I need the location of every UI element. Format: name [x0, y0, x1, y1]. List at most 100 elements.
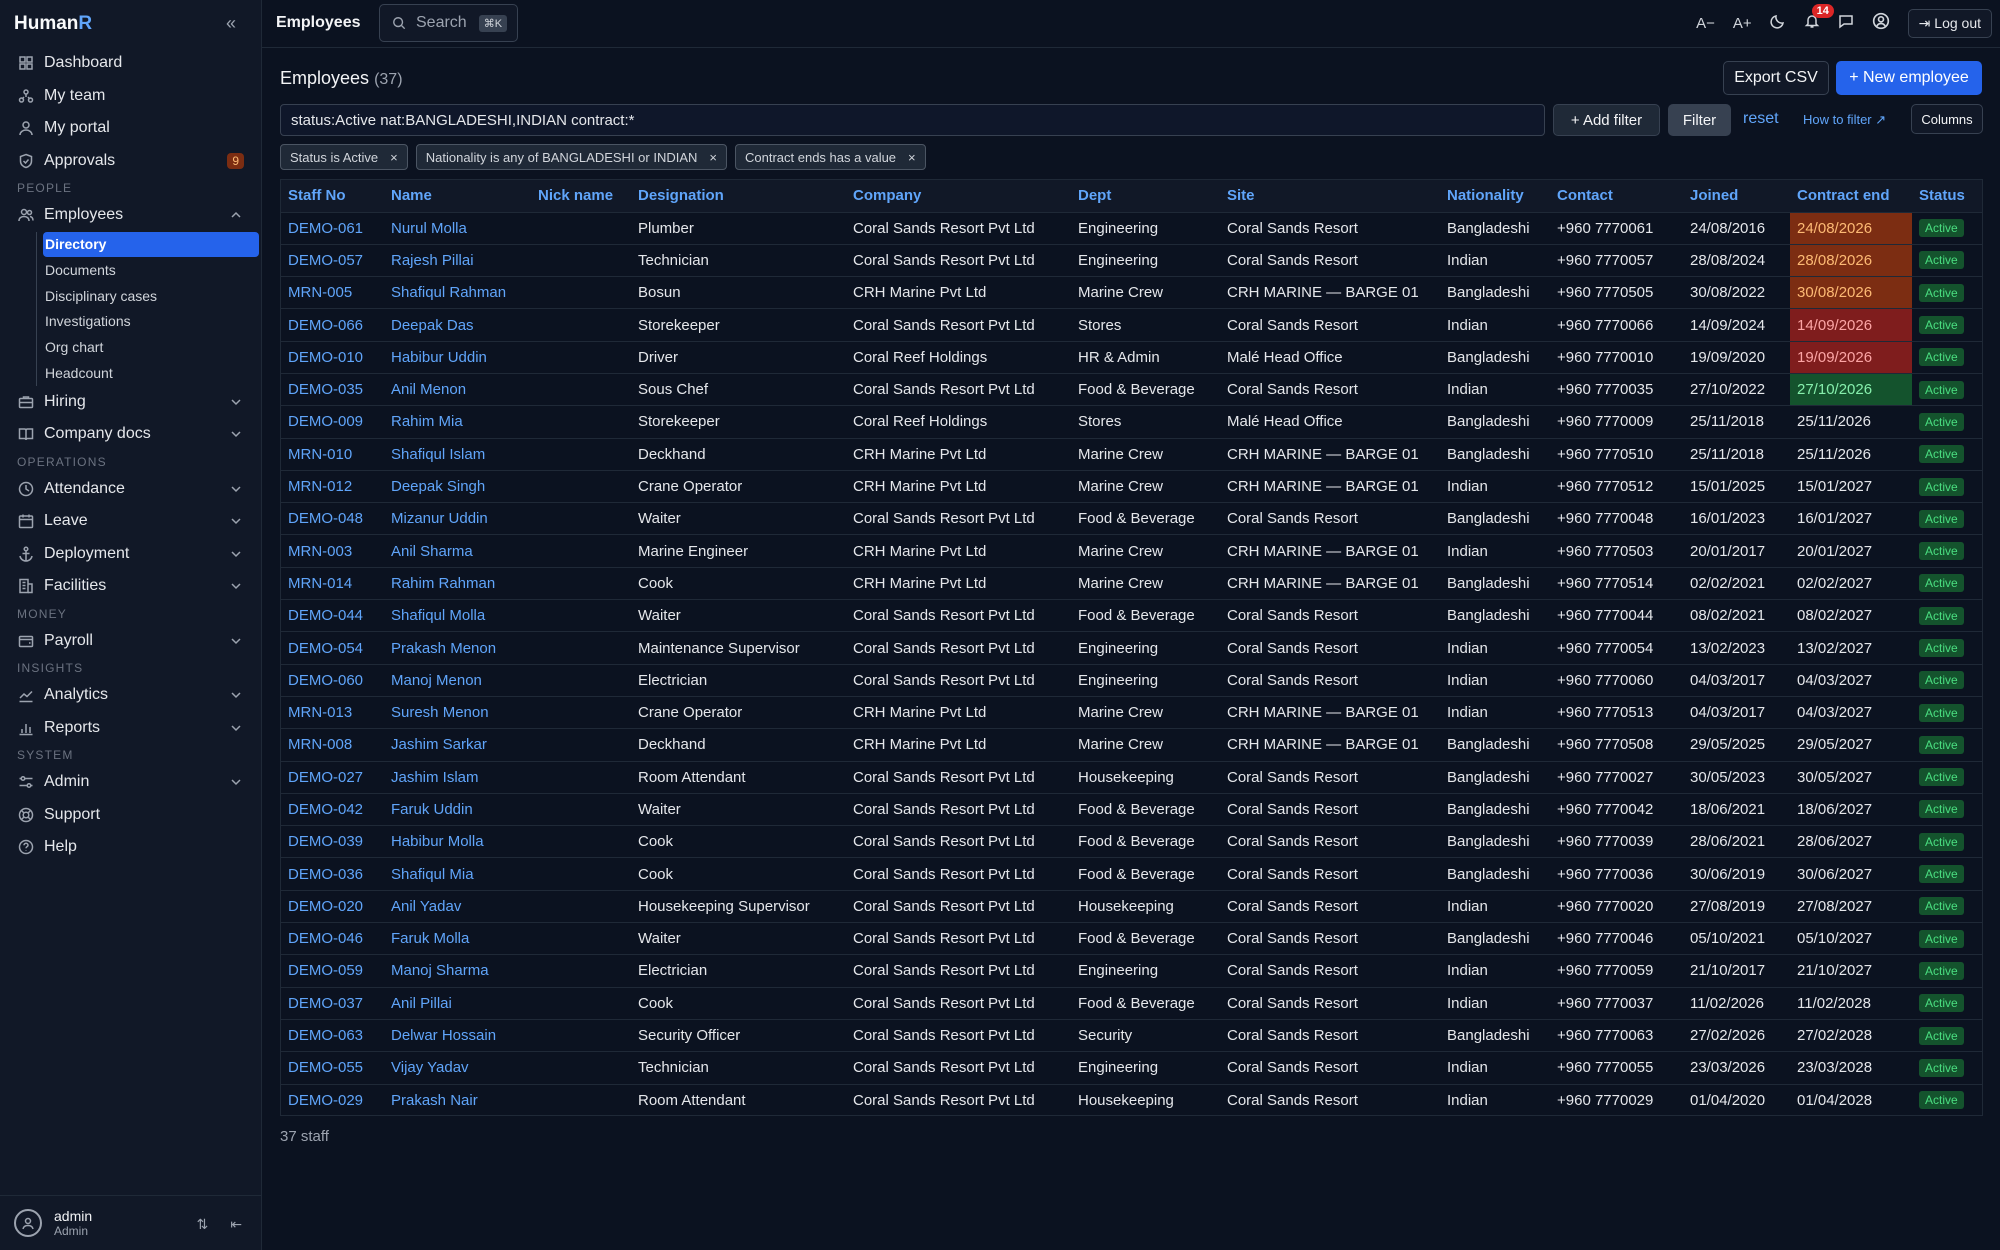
column-header-contract-end[interactable]: Contract end	[1790, 180, 1912, 213]
font-smaller-button[interactable]: A−	[1696, 15, 1715, 32]
subnav-disciplinary-cases[interactable]: Disciplinary cases	[43, 283, 262, 309]
moon-icon[interactable]	[1770, 13, 1786, 33]
cell-staff-no[interactable]: DEMO-037	[281, 987, 384, 1019]
table-row[interactable]: DEMO-046 Faruk Molla Waiter Coral Sands Res…	[281, 923, 1982, 955]
cell-name[interactable]: Shafiqul Molla	[384, 600, 531, 632]
cell-staff-no[interactable]: DEMO-048	[281, 503, 384, 535]
cell-staff-no[interactable]: MRN-013	[281, 696, 384, 728]
bell-icon[interactable]: 14	[1804, 4, 1834, 33]
sidebar-item-admin[interactable]: Admin	[0, 766, 262, 799]
cell-name[interactable]: Prakash Menon	[384, 632, 531, 664]
cell-name[interactable]: Manoj Menon	[384, 664, 531, 696]
sidebar-item-approvals[interactable]: Approvals 9	[0, 145, 262, 178]
sidebar-item-employees[interactable]: Employees	[0, 199, 262, 232]
cell-staff-no[interactable]: DEMO-046	[281, 923, 384, 955]
sidebar-item-deployment[interactable]: Deployment	[0, 538, 262, 571]
column-header-company[interactable]: Company	[846, 180, 1071, 213]
new-employee-button[interactable]: + New employee	[1836, 61, 1982, 95]
cell-staff-no[interactable]: DEMO-063	[281, 1019, 384, 1051]
cell-staff-no[interactable]: DEMO-060	[281, 664, 384, 696]
table-row[interactable]: MRN-008 Jashim Sarkar Deckhand CRH Marine P…	[281, 729, 1982, 762]
sidebar-item-analytics[interactable]: Analytics	[0, 679, 262, 712]
cell-name[interactable]: Nurul Molla	[384, 212, 531, 244]
column-header-site[interactable]: Site	[1220, 180, 1440, 213]
table-row[interactable]: DEMO-044 Shafiqul Molla Waiter Coral Sands …	[281, 600, 1982, 632]
cell-name[interactable]: Deepak Das	[384, 309, 531, 341]
table-row[interactable]: DEMO-037 Anil Pillai Cook Coral Sands Resor…	[281, 987, 1982, 1020]
sidebar-item-dashboard[interactable]: Dashboard	[0, 47, 262, 80]
cell-staff-no[interactable]: MRN-010	[281, 438, 384, 470]
cell-name[interactable]: Prakash Nair	[384, 1084, 531, 1115]
column-header-staff-no[interactable]: Staff No	[281, 180, 384, 213]
filter-button[interactable]: Filter	[1668, 104, 1731, 136]
table-row[interactable]: DEMO-057 Rajesh Pillai Technician Coral San…	[281, 244, 1982, 277]
sidebar-item-reports[interactable]: Reports	[0, 712, 262, 745]
columns-button[interactable]: Columns	[1911, 104, 1983, 134]
subnav-directory[interactable]: Directory	[43, 231, 259, 258]
cell-name[interactable]: Habibur Molla	[384, 826, 531, 858]
table-row[interactable]: DEMO-061 Nurul Molla Plumber Coral Sands Re…	[281, 212, 1982, 245]
cell-staff-no[interactable]: DEMO-020	[281, 890, 384, 922]
cell-name[interactable]: Jashim Islam	[384, 761, 531, 793]
remove-chip-icon[interactable]: ×	[390, 150, 398, 165]
cell-staff-no[interactable]: MRN-003	[281, 535, 384, 567]
sidebar-item-payroll[interactable]: Payroll	[0, 625, 262, 658]
export-csv-button[interactable]: Export CSV	[1723, 61, 1829, 95]
cell-name[interactable]: Delwar Hossain	[384, 1019, 531, 1051]
table-row[interactable]: MRN-014 Rahim Rahman Cook CRH Marine Pvt Lt…	[281, 567, 1982, 600]
add-filter-button[interactable]: + Add filter	[1553, 104, 1660, 136]
subnav-headcount[interactable]: Headcount	[43, 360, 262, 386]
cell-name[interactable]: Anil Yadav	[384, 890, 531, 922]
table-row[interactable]: DEMO-055 Vijay Yadav Technician Coral Sands…	[281, 1052, 1982, 1085]
search-button[interactable]: Search ⌘K	[379, 4, 518, 42]
cell-staff-no[interactable]: DEMO-054	[281, 632, 384, 664]
cell-staff-no[interactable]: DEMO-061	[281, 212, 384, 244]
sidebar-item-facilities[interactable]: Facilities	[0, 570, 262, 603]
cell-staff-no[interactable]: MRN-005	[281, 277, 384, 309]
filter-query-input[interactable]: status:Active nat:BANGLADESHI,INDIAN con…	[280, 104, 1545, 136]
table-row[interactable]: DEMO-054 Prakash Menon Maintenance Supervi…	[281, 632, 1982, 665]
cell-staff-no[interactable]: DEMO-010	[281, 341, 384, 373]
user-profile[interactable]: admin Admin ⇅ ⇤	[0, 1195, 262, 1250]
cell-name[interactable]: Anil Menon	[384, 373, 531, 405]
cell-name[interactable]: Anil Pillai	[384, 987, 531, 1019]
collapse-sidebar-icon[interactable]: «	[226, 13, 236, 34]
cell-name[interactable]: Mizanur Uddin	[384, 503, 531, 535]
cell-name[interactable]: Manoj Sharma	[384, 955, 531, 987]
cell-name[interactable]: Rahim Rahman	[384, 567, 531, 599]
cell-name[interactable]: Faruk Uddin	[384, 793, 531, 825]
sidebar-item-support[interactable]: Support	[0, 799, 262, 832]
cell-name[interactable]: Anil Sharma	[384, 535, 531, 567]
table-row[interactable]: DEMO-027 Jashim Islam Room Attendant Coral …	[281, 761, 1982, 794]
sign-out-icon[interactable]: ⇤	[230, 1216, 242, 1233]
cell-name[interactable]: Vijay Yadav	[384, 1052, 531, 1084]
cell-staff-no[interactable]: DEMO-059	[281, 955, 384, 987]
sidebar-item-my-portal[interactable]: My portal	[0, 112, 262, 145]
table-row[interactable]: DEMO-060 Manoj Menon Electrician Coral Sand…	[281, 664, 1982, 697]
column-header-dept[interactable]: Dept	[1071, 180, 1220, 213]
reset-link[interactable]: reset	[1743, 110, 1779, 128]
table-row[interactable]: DEMO-042 Faruk Uddin Waiter Coral Sands Res…	[281, 793, 1982, 826]
cell-staff-no[interactable]: DEMO-066	[281, 309, 384, 341]
cell-staff-no[interactable]: MRN-008	[281, 729, 384, 761]
cell-name[interactable]: Shafiqul Mia	[384, 858, 531, 890]
cell-staff-no[interactable]: DEMO-036	[281, 858, 384, 890]
table-row[interactable]: DEMO-063 Delwar Hossain Security Officer Co…	[281, 1019, 1982, 1052]
remove-chip-icon[interactable]: ×	[709, 150, 717, 165]
expand-icon[interactable]: ⇅	[197, 1216, 209, 1233]
column-header-name[interactable]: Name	[384, 180, 531, 213]
cell-staff-no[interactable]: DEMO-057	[281, 244, 384, 276]
cell-staff-no[interactable]: DEMO-044	[281, 600, 384, 632]
cell-name[interactable]: Rahim Mia	[384, 406, 531, 438]
message-icon[interactable]	[1838, 13, 1854, 33]
column-header-designation[interactable]: Designation	[631, 180, 846, 213]
cell-name[interactable]: Suresh Menon	[384, 696, 531, 728]
table-row[interactable]: MRN-010 Shafiqul Islam Deckhand CRH Marine …	[281, 438, 1982, 471]
table-row[interactable]: DEMO-059 Manoj Sharma Electrician Coral San…	[281, 955, 1982, 988]
sidebar-item-attendance[interactable]: Attendance	[0, 473, 262, 506]
table-row[interactable]: DEMO-009 Rahim Mia Storekeeper Coral Reef H…	[281, 406, 1982, 439]
column-header-nationality[interactable]: Nationality	[1440, 180, 1550, 213]
subnav-investigations[interactable]: Investigations	[43, 309, 262, 335]
brand-logo[interactable]: HumanR	[14, 13, 92, 35]
table-row[interactable]: MRN-012 Deepak Singh Crane Operator CRH Mar…	[281, 470, 1982, 503]
